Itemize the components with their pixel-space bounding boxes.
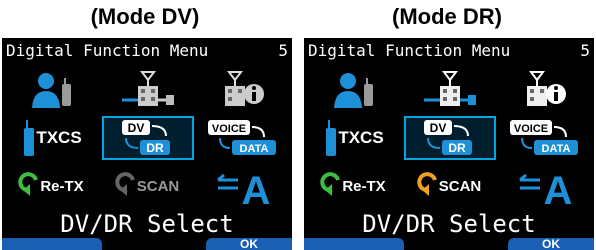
menu-item-scan[interactable]: SCAN bbox=[102, 164, 194, 208]
menu-item-user[interactable] bbox=[308, 68, 400, 112]
font-a-icon: A bbox=[217, 169, 270, 213]
page-number: 5 bbox=[580, 41, 590, 60]
page-number: 5 bbox=[278, 41, 288, 60]
caption-mode-dv: (Mode DV) bbox=[90, 4, 200, 29]
repeater-info-icon bbox=[527, 71, 566, 106]
retx-icon bbox=[320, 172, 341, 196]
function-grid: TXCS DV DR VOICE DATA Re-TX SCAN A bbox=[2, 64, 292, 213]
svg-text:A: A bbox=[242, 169, 271, 213]
menu-item-dv-dr-select[interactable]: DV DR bbox=[404, 116, 496, 160]
scan-label: SCAN bbox=[136, 177, 180, 195]
txcs-label: TXCS bbox=[338, 128, 384, 147]
repeater-info-icon bbox=[225, 71, 264, 106]
scan-icon bbox=[115, 172, 135, 196]
retx-label: Re-TX bbox=[40, 177, 84, 195]
svg-text:A: A bbox=[544, 169, 573, 213]
title-bar: Digital Function Menu 5 bbox=[6, 40, 288, 62]
menu-item-font[interactable]: A bbox=[198, 164, 290, 213]
txcs-radio-icon bbox=[326, 120, 337, 156]
dv-dr-switch-icon: DV DR bbox=[424, 120, 472, 155]
softkey-bar: OK bbox=[304, 238, 594, 250]
caption-mode-dr: (Mode DR) bbox=[392, 4, 502, 29]
menu-item-voice-data[interactable]: VOICE DATA bbox=[198, 116, 290, 160]
status-text: DV/DR Select bbox=[60, 210, 234, 238]
menu-item-retx[interactable]: Re-TX bbox=[6, 164, 98, 208]
repeater-icon bbox=[122, 71, 174, 106]
dv-label: DV bbox=[128, 121, 145, 135]
dv-dr-switch-icon: DV DR bbox=[122, 120, 170, 155]
ok-softkey[interactable]: OK bbox=[206, 238, 292, 250]
voice-label: VOICE bbox=[212, 123, 246, 135]
softkey-bar: OK bbox=[2, 238, 292, 250]
dr-label: DR bbox=[146, 141, 164, 155]
menu-title: Digital Function Menu bbox=[308, 41, 511, 60]
voice-data-switch-icon: VOICE DATA bbox=[208, 120, 276, 155]
txcs-label: TXCS bbox=[36, 128, 82, 147]
menu-item-repeater-info[interactable] bbox=[198, 68, 290, 112]
scan-label: SCAN bbox=[438, 177, 482, 195]
softkey-left[interactable] bbox=[304, 238, 404, 250]
menu-item-repeater[interactable] bbox=[102, 68, 194, 112]
menu-item-txcs[interactable]: TXCS bbox=[6, 116, 98, 160]
repeater-icon bbox=[424, 71, 476, 106]
retx-icon bbox=[18, 172, 39, 196]
menu-item-repeater-info[interactable] bbox=[500, 68, 592, 112]
scan-icon bbox=[417, 172, 437, 196]
menu-item-retx[interactable]: Re-TX bbox=[308, 164, 400, 208]
menu-item-user[interactable] bbox=[6, 68, 98, 112]
dr-label: DR bbox=[448, 141, 466, 155]
voice-label: VOICE bbox=[514, 123, 548, 135]
title-bar: Digital Function Menu 5 bbox=[308, 40, 590, 62]
menu-item-repeater[interactable] bbox=[404, 68, 496, 112]
menu-item-txcs[interactable]: TXCS bbox=[308, 116, 400, 160]
menu-item-scan[interactable]: SCAN bbox=[404, 164, 496, 208]
menu-title: Digital Function Menu bbox=[6, 41, 209, 60]
menu-item-voice-data[interactable]: VOICE DATA bbox=[500, 116, 592, 160]
softkey-left[interactable] bbox=[2, 238, 102, 250]
dv-label: DV bbox=[430, 121, 447, 135]
ok-softkey[interactable]: OK bbox=[508, 238, 594, 250]
data-label: DATA bbox=[542, 143, 571, 155]
txcs-radio-icon bbox=[24, 120, 35, 156]
retx-label: Re-TX bbox=[342, 177, 386, 195]
user-icon bbox=[334, 73, 373, 108]
status-text: DV/DR Select bbox=[362, 210, 536, 238]
data-label: DATA bbox=[240, 143, 269, 155]
menu-item-font[interactable]: A bbox=[500, 164, 592, 213]
screen-mode-dr: Digital Function Menu 5 TXCS DV DR VOICE… bbox=[304, 38, 594, 250]
voice-data-switch-icon: VOICE DATA bbox=[510, 120, 578, 155]
function-grid: TXCS DV DR VOICE DATA Re-TX SCAN A bbox=[304, 64, 594, 213]
user-icon bbox=[32, 73, 71, 108]
screen-mode-dv: Digital Function Menu 5 TXCS DV DR VOICE… bbox=[2, 38, 292, 250]
font-a-icon: A bbox=[519, 169, 572, 213]
menu-item-dv-dr-select[interactable]: DV DR bbox=[102, 116, 194, 160]
